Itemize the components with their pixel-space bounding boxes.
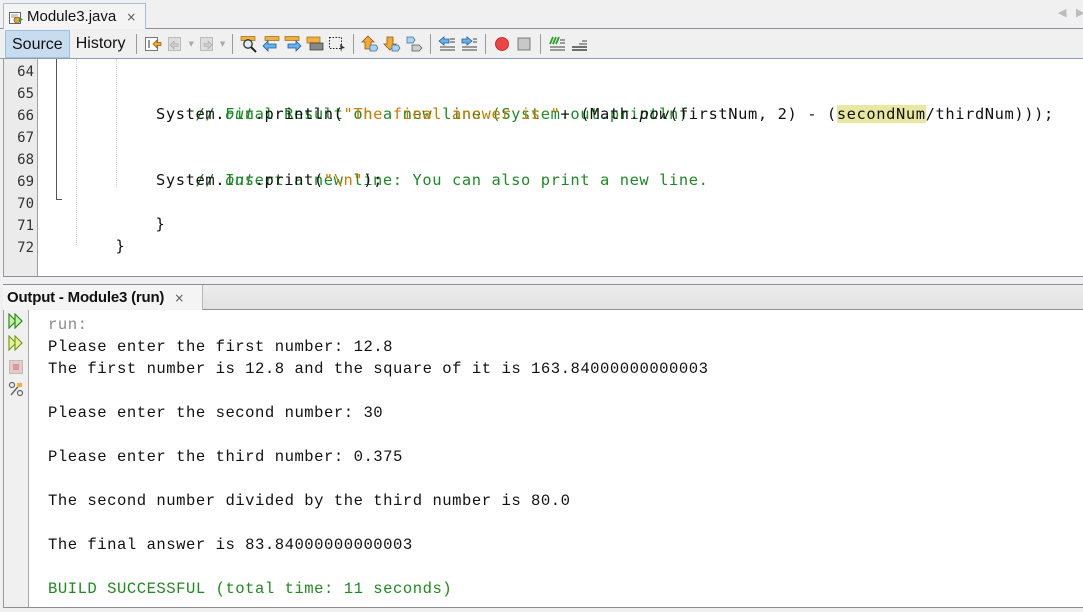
tab-module3-java[interactable]: Module3.java × <box>3 3 146 29</box>
tab-title: Module3.java <box>27 8 117 25</box>
start-macro-recording-icon[interactable] <box>493 35 511 53</box>
output-panel[interactable]: run: Please enter the first number: 12.8… <box>3 310 1083 608</box>
rerun-icon[interactable] <box>8 312 24 330</box>
code-method: pow <box>639 105 670 123</box>
code-string: "The final answer is " <box>343 105 561 123</box>
history-button[interactable]: History <box>70 30 132 58</box>
code-field: out <box>225 171 255 189</box>
line-number: 65 <box>17 86 34 102</box>
next-bookmark-icon[interactable] <box>383 35 401 53</box>
code-line-71: } <box>76 213 125 255</box>
last-edit-icon[interactable] <box>144 35 162 53</box>
toolbar-separator <box>430 33 432 54</box>
code-token: System. <box>156 105 226 123</box>
code-line-69: System.out.print("\n"); <box>156 169 383 191</box>
line-number: 67 <box>17 130 34 146</box>
code-editor[interactable]: 64 65 66 67 68 69 70 71 72 // Final Resu… <box>3 59 1083 277</box>
build-status-line: BUILD SUCCESSFUL (total time: 11 seconds… <box>48 580 453 598</box>
editor-tab-bar: Module3.java × ◀ ▶ <box>0 0 1083 29</box>
line-number: 68 <box>17 152 34 168</box>
code-token: /thirdNum))); <box>925 105 1054 123</box>
scroll-tabs-right-icon[interactable]: ▶ <box>1076 6 1083 19</box>
uncomment-icon[interactable] <box>570 35 588 53</box>
code-line-65: // Final Result on a new line (System.ou… <box>156 81 689 123</box>
output-line: The final answer is 83.84000000000003 <box>48 536 413 554</box>
closing-brace: } <box>115 237 126 255</box>
statistics-icon[interactable] <box>8 381 24 397</box>
toolbar-separator <box>485 33 487 54</box>
code-token: .print( <box>254 171 324 189</box>
find-previous-icon[interactable] <box>262 35 280 53</box>
output-tab-bar: Output - Module3 (run) × <box>3 284 1083 310</box>
stop-icon[interactable] <box>8 359 24 375</box>
line-number: 70 <box>17 196 34 212</box>
toolbar-separator <box>136 33 138 54</box>
output-line: Please enter the first number: 12.8 <box>48 338 394 356</box>
indent-guide <box>116 59 117 187</box>
toolbar-separator <box>353 33 355 54</box>
code-field: out <box>225 105 255 123</box>
toggle-highlight-search-icon[interactable] <box>306 35 324 53</box>
output-line: run: <box>48 316 88 334</box>
toolbar-separator <box>540 33 542 54</box>
back-dropdown-icon[interactable]: ▼ <box>188 40 193 48</box>
forward-dropdown-icon[interactable]: ▼ <box>220 40 225 48</box>
comment-icon[interactable] <box>548 35 566 53</box>
shift-line-left-icon[interactable] <box>438 35 456 53</box>
code-token: + (Math. <box>560 105 640 123</box>
toggle-rectangular-selection-icon[interactable] <box>328 35 346 53</box>
line-number: 66 <box>17 108 34 124</box>
code-line-70: } <box>116 191 165 233</box>
output-line: Please enter the second number: 30 <box>48 404 384 422</box>
output-tab-title: Output - Module3 (run) <box>7 289 165 306</box>
code-line-68: // Insert a new line: You can also print… <box>156 147 709 189</box>
find-next-icon[interactable] <box>284 35 302 53</box>
code-fold-line[interactable] <box>56 59 57 200</box>
line-number: 72 <box>17 240 34 256</box>
previous-bookmark-icon[interactable] <box>361 34 379 53</box>
stop-macro-recording-icon[interactable] <box>515 35 533 53</box>
toggle-bookmark-icon[interactable] <box>405 35 423 53</box>
back-icon[interactable] <box>166 35 184 53</box>
find-icon[interactable] <box>240 35 258 53</box>
code-line-66: System.out.println("The final answer is … <box>156 103 1054 125</box>
code-token: ); <box>363 171 383 189</box>
code-token: System. <box>156 171 226 189</box>
line-number: 69 <box>17 174 34 190</box>
line-number: 71 <box>17 218 34 234</box>
closing-brace: } <box>155 215 166 233</box>
rerun-with-parameters-icon[interactable] <box>8 334 24 352</box>
scroll-tabs-left-icon[interactable]: ◀ <box>1058 6 1066 19</box>
code-token: .println( <box>254 105 344 123</box>
shift-line-right-icon[interactable] <box>460 35 478 53</box>
output-line: The second number divided by the third n… <box>48 492 571 510</box>
forward-icon[interactable] <box>198 35 216 53</box>
line-number-gutter: 64 65 66 67 68 69 70 71 72 <box>4 59 38 276</box>
tab-output-module3[interactable]: Output - Module3 (run) × <box>3 285 203 310</box>
highlighted-identifier: secondNum <box>836 105 926 123</box>
toolbar-separator <box>232 33 234 54</box>
editor-toolbar: Source History ▼ ▼ <box>0 29 1083 59</box>
output-line: The first number is 12.8 and the square … <box>48 360 709 378</box>
output-action-strip <box>4 310 29 607</box>
java-file-icon <box>8 9 24 25</box>
code-token: (firstNum, 2) - ( <box>669 105 837 123</box>
line-number: 64 <box>17 64 34 80</box>
code-string: "\n" <box>323 171 364 189</box>
close-output-tab-icon[interactable]: × <box>174 291 184 305</box>
code-fold-end <box>56 199 62 200</box>
source-button[interactable]: Source <box>5 29 70 58</box>
close-tab-icon[interactable]: × <box>126 10 136 24</box>
output-line: Please enter the third number: 0.375 <box>48 448 403 466</box>
